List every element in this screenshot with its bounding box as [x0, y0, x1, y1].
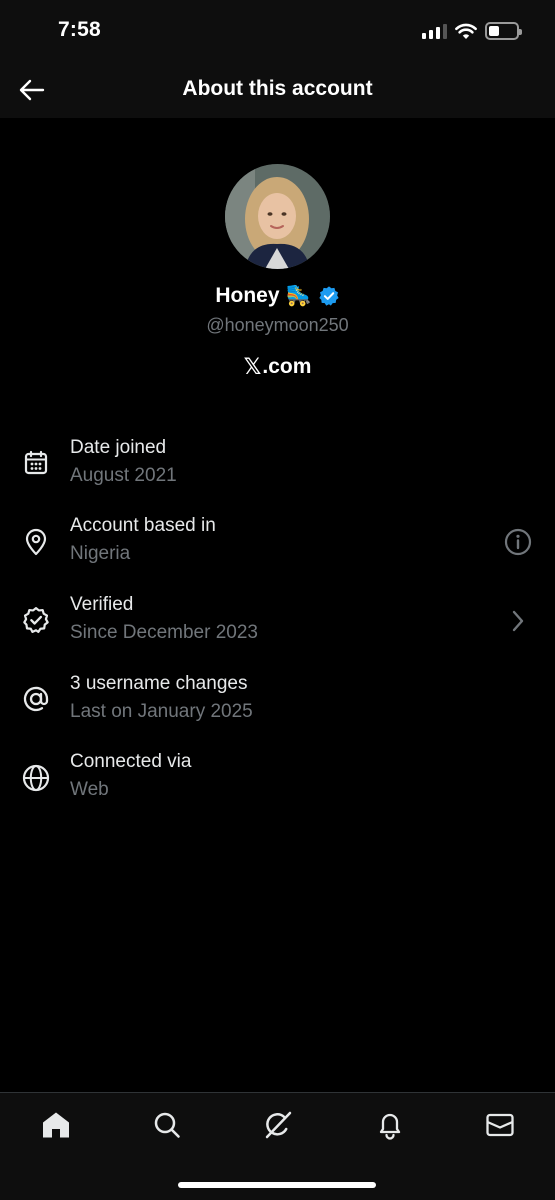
name-row: Honey 🛼: [0, 284, 555, 308]
nav-notifications[interactable]: [372, 1107, 408, 1143]
info-icon: [504, 528, 532, 556]
profile-photo: [225, 164, 330, 269]
info-subtitle: Since December 2023: [70, 622, 258, 643]
info-row-date-joined: Date joined August 2021: [0, 437, 555, 503]
info-row-connected-via: Connected via Web: [0, 751, 555, 817]
info-title: Verified: [70, 594, 134, 615]
info-title: Account based in: [70, 515, 216, 536]
nav-grok[interactable]: [260, 1107, 296, 1143]
verified-badge-icon[interactable]: [318, 285, 340, 307]
at-sign-icon: [22, 685, 50, 713]
avatar[interactable]: [225, 164, 330, 269]
nav-search[interactable]: [149, 1107, 185, 1143]
chevron-button[interactable]: [503, 606, 533, 636]
location-pin-icon: [22, 528, 50, 556]
info-row-username-changes: 3 username changes Last on January 2025: [0, 673, 555, 739]
battery-icon: [485, 22, 522, 40]
display-name: Honey: [215, 284, 280, 307]
grok-icon: [265, 1111, 292, 1139]
calendar-icon: [22, 449, 50, 477]
search-icon: [154, 1112, 180, 1138]
battery-level: [489, 26, 500, 36]
mail-icon: [486, 1113, 514, 1137]
info-title: Connected via: [70, 751, 192, 772]
nav-messages[interactable]: [482, 1107, 518, 1143]
cellular-signal-icon: [422, 23, 447, 39]
home-icon: [43, 1112, 69, 1138]
site-domain: .com: [262, 355, 312, 378]
globe-icon: [22, 764, 50, 792]
chevron-right-icon: [512, 610, 524, 632]
info-row-account-based-in: Account based in Nigeria: [0, 515, 555, 581]
site-label: 𝕏 .com: [0, 354, 555, 380]
page-title: About this account: [182, 77, 373, 100]
info-button[interactable]: [503, 527, 533, 557]
info-subtitle: Last on January 2025: [70, 701, 253, 722]
info-subtitle: Nigeria: [70, 543, 131, 564]
x-logo: 𝕏: [243, 354, 262, 379]
bell-icon: [379, 1113, 401, 1140]
info-subtitle: Web: [70, 779, 109, 800]
header: About this account: [0, 62, 555, 118]
roller-skate-emoji: 🛼: [285, 284, 312, 307]
nav-home[interactable]: [38, 1107, 74, 1143]
verified-badge-outline-icon: [22, 606, 50, 634]
status-icons: [422, 22, 522, 40]
info-title: Date joined: [70, 437, 167, 458]
status-bar: 7:58: [0, 0, 555, 62]
info-title: 3 username changes: [70, 673, 248, 694]
home-indicator: [178, 1182, 376, 1188]
username-handle: @honeymoon250: [206, 315, 349, 335]
info-row-verified[interactable]: Verified Since December 2023: [0, 594, 555, 660]
wifi-icon: [455, 23, 477, 39]
status-time: 7:58: [58, 18, 101, 41]
info-subtitle: August 2021: [70, 465, 177, 486]
